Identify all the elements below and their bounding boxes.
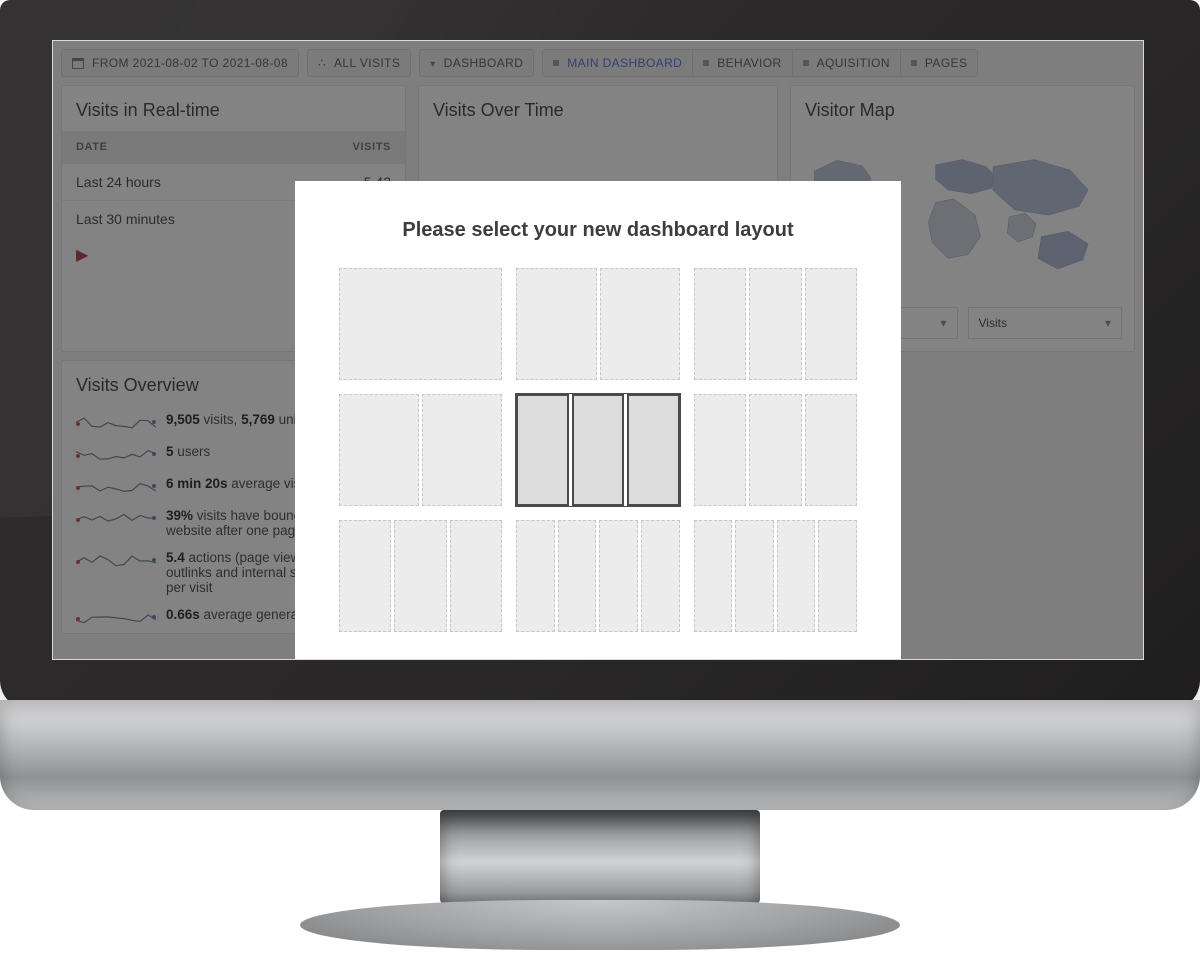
app-screen: FROM 2021-08-02 TO 2021-08-08 ∴ ALL VISI… (52, 40, 1144, 660)
layout-column (339, 520, 391, 632)
layout-option-3col[interactable] (339, 520, 502, 632)
layout-column (627, 394, 679, 506)
layout-picker-modal: Please select your new dashboard layout (295, 181, 901, 660)
layout-option-3col[interactable] (516, 394, 679, 506)
layout-column (694, 268, 746, 380)
layout-column (516, 394, 568, 506)
layout-column (516, 520, 555, 632)
layout-option-2col[interactable] (339, 394, 502, 506)
layout-column (600, 268, 680, 380)
layout-column (558, 520, 597, 632)
layout-column (394, 520, 446, 632)
layout-column (694, 520, 733, 632)
layout-column (749, 394, 801, 506)
layout-column (735, 520, 774, 632)
monitor-neck (440, 810, 760, 905)
layout-option-1col[interactable] (339, 268, 502, 380)
layout-options-grid (339, 268, 857, 632)
layout-column (818, 520, 857, 632)
layout-column (339, 268, 502, 380)
monitor-base (300, 900, 900, 950)
layout-column (805, 268, 857, 380)
monitor-chin (0, 700, 1200, 810)
layout-column (516, 268, 596, 380)
layout-option-2col[interactable] (516, 268, 679, 380)
layout-column (749, 268, 801, 380)
layout-column (641, 520, 680, 632)
layout-option-4col[interactable] (516, 520, 679, 632)
modal-title: Please select your new dashboard layout (339, 219, 857, 242)
layout-option-4col[interactable] (694, 520, 857, 632)
layout-column (572, 394, 624, 506)
layout-column (339, 394, 419, 506)
layout-column (805, 394, 857, 506)
layout-column (694, 394, 746, 506)
layout-column (599, 520, 638, 632)
layout-column (450, 520, 502, 632)
monitor-bezel: FROM 2021-08-02 TO 2021-08-08 ∴ ALL VISI… (0, 0, 1200, 710)
layout-option-3col[interactable] (694, 268, 857, 380)
layout-column (422, 394, 502, 506)
layout-column (777, 520, 816, 632)
layout-option-3col[interactable] (694, 394, 857, 506)
